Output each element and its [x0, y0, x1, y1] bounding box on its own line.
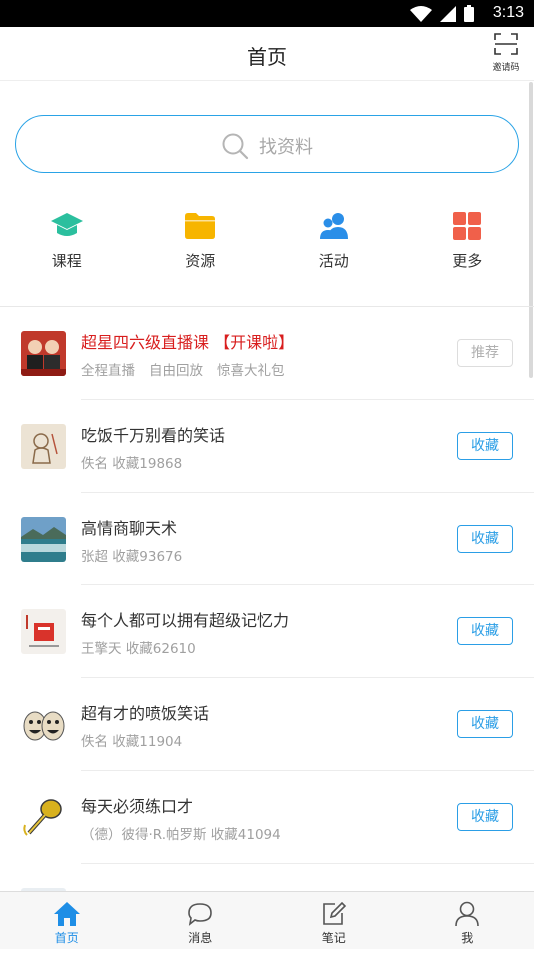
people-icon — [319, 212, 349, 240]
tag: 惊喜大礼包 — [217, 363, 285, 379]
category-activity[interactable]: 活动 — [267, 210, 401, 280]
category-more[interactable]: 更多 — [401, 210, 534, 280]
list-item[interactable]: 吃饭千万别看的笑话 佚名 收藏19868 收藏 — [0, 400, 534, 493]
book-cover-thumbnail — [21, 795, 66, 840]
category-resource[interactable]: 资源 — [134, 210, 268, 280]
book-cover-thumbnail — [21, 609, 66, 654]
graduation-cap-icon — [50, 211, 84, 241]
status-time: 3:13 — [493, 4, 524, 22]
search-placeholder: 找资料 — [259, 133, 313, 159]
list-item[interactable]: 高情商聊天术 张超 收藏93676 收藏 — [0, 493, 534, 586]
edit-note-icon — [321, 901, 347, 927]
invite-code-button[interactable]: 邀请码 — [490, 33, 522, 73]
live-course-thumbnail — [21, 331, 66, 376]
search-bar[interactable]: 找资料 — [15, 115, 519, 173]
category-label: 活动 — [267, 250, 401, 271]
favorite-button[interactable]: 收藏 — [457, 617, 513, 645]
list-item[interactable]: 超星四六级直播课 【开课啦】 全程直播自由回放惊喜大礼包 推荐 — [0, 307, 534, 400]
favorite-button[interactable]: 收藏 — [457, 525, 513, 553]
tab-home[interactable]: 首页 — [0, 892, 134, 949]
invite-code-label: 邀请码 — [490, 60, 522, 73]
list-item-title: 超星四六级直播课 【开课啦】 — [81, 329, 294, 353]
category-label: 课程 — [0, 250, 134, 271]
grid-icon — [453, 212, 481, 240]
chat-bubble-icon — [187, 902, 213, 926]
status-icons — [410, 5, 474, 22]
list-item-title: 每天必须练口才 — [81, 793, 193, 817]
tab-messages[interactable]: 消息 — [134, 892, 268, 949]
tab-label: 首页 — [0, 929, 134, 946]
list-item-subtitle: 王擎天 收藏62610 — [81, 637, 196, 657]
category-course[interactable]: 课程 — [0, 210, 134, 280]
status-bar: 3:13 — [0, 0, 534, 27]
book-cover-thumbnail — [21, 424, 66, 469]
favorite-button[interactable]: 收藏 — [457, 803, 513, 831]
home-icon — [53, 901, 81, 927]
list-item-subtitle: 佚名 收藏11904 — [81, 730, 182, 750]
list-item[interactable]: 每个人都可以拥有超级记忆力 王擎天 收藏62610 收藏 — [0, 585, 534, 678]
recommend-button[interactable]: 推荐 — [457, 339, 513, 367]
wifi-icon — [410, 6, 432, 22]
list-item-title: 吃饭千万别看的笑话 — [81, 422, 225, 446]
tab-notes[interactable]: 笔记 — [267, 892, 401, 949]
list-item-title: 高情商聊天术 — [81, 515, 177, 539]
search-icon — [221, 132, 249, 160]
scan-icon — [494, 33, 518, 55]
book-cover-thumbnail — [21, 702, 66, 747]
tab-label: 消息 — [134, 929, 268, 946]
list-item-title: 超有才的喷饭笑话 — [81, 700, 209, 724]
battery-icon — [464, 5, 474, 22]
list-item-subtitle: 佚名 收藏19868 — [81, 452, 182, 472]
list-item-subtitle: 张超 收藏93676 — [81, 545, 182, 565]
list-item[interactable]: 超有才的喷饭笑话 佚名 收藏11904 收藏 — [0, 678, 534, 771]
category-nav: 课程 资源 活动 — [0, 210, 534, 280]
tag: 全程直播 — [81, 363, 135, 379]
list-item-tags: 全程直播自由回放惊喜大礼包 — [81, 359, 285, 379]
favorite-button[interactable]: 收藏 — [457, 432, 513, 460]
category-label: 资源 — [134, 250, 268, 271]
resource-list: 超星四六级直播课 【开课啦】 全程直播自由回放惊喜大礼包 推荐 吃饭千万别看的笑… — [0, 307, 534, 957]
cellular-signal-icon — [440, 6, 456, 22]
tab-me[interactable]: 我 — [401, 892, 534, 949]
category-label: 更多 — [401, 250, 534, 271]
app-header: 首页 邀请码 — [0, 27, 534, 81]
book-cover-thumbnail — [21, 517, 66, 562]
tab-label: 我 — [401, 929, 534, 946]
user-icon — [454, 901, 480, 927]
tag: 自由回放 — [149, 363, 203, 379]
favorite-button[interactable]: 收藏 — [457, 710, 513, 738]
list-item-title: 每个人都可以拥有超级记忆力 — [81, 607, 289, 631]
page-title: 首页 — [0, 41, 534, 70]
list-item[interactable]: 每天必须练口才 （德）彼得·R.帕罗斯 收藏41094 收藏 — [0, 771, 534, 864]
list-item-subtitle: （德）彼得·R.帕罗斯 收藏41094 — [81, 823, 281, 843]
folder-icon — [185, 213, 215, 239]
tab-label: 笔记 — [267, 929, 401, 946]
bottom-tab-bar: 首页 消息 笔记 我 — [0, 891, 534, 949]
